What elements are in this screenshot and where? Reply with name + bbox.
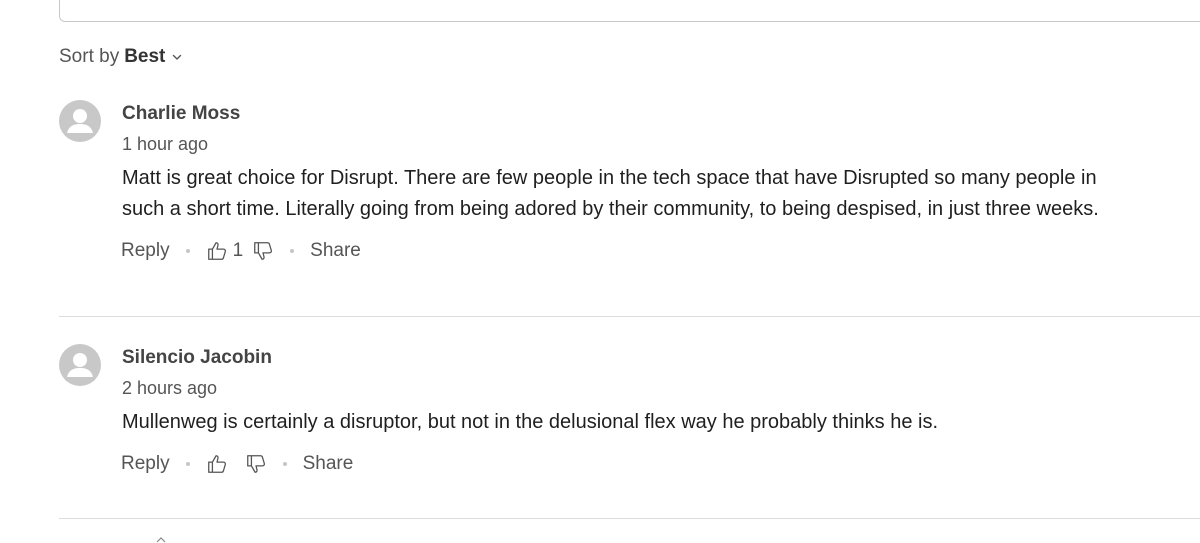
separator-dot bbox=[290, 249, 295, 253]
comment-divider bbox=[59, 316, 1200, 317]
comments-section: Sort by Best Charlie Moss 1 hour ago Mat… bbox=[0, 0, 1200, 543]
avatar-icon[interactable] bbox=[59, 100, 101, 142]
thumbs-down-icon[interactable] bbox=[245, 453, 267, 475]
sort-value-label: Best bbox=[124, 46, 166, 67]
comment-divider bbox=[59, 518, 1200, 519]
comment-body: Charlie Moss 1 hour ago Matt is great ch… bbox=[121, 100, 1102, 266]
comment-compose-box[interactable] bbox=[59, 0, 1200, 22]
share-button[interactable]: Share bbox=[303, 453, 354, 475]
comment-timestamp[interactable]: 1 hour ago bbox=[122, 130, 1102, 158]
partial-icon bbox=[156, 537, 166, 543]
comment-author[interactable]: Silencio Jacobin bbox=[122, 344, 1102, 372]
comment-timestamp[interactable]: 2 hours ago bbox=[122, 374, 1102, 402]
comment-actions: Reply Share bbox=[121, 449, 1102, 479]
comment-text: Mullenweg is certainly a disruptor, but … bbox=[122, 411, 939, 433]
chevron-down-icon bbox=[173, 54, 182, 60]
comment-author[interactable]: Charlie Moss bbox=[122, 100, 1102, 128]
thumbs-up-icon[interactable] bbox=[206, 240, 228, 262]
separator-dot bbox=[185, 249, 190, 253]
comment-body: Silencio Jacobin 2 hours ago Mullenweg i… bbox=[121, 344, 1102, 479]
reply-button[interactable]: Reply bbox=[121, 453, 170, 475]
sort-prefix-label: Sort by bbox=[59, 46, 120, 67]
separator-dot bbox=[282, 462, 287, 466]
avatar-icon[interactable] bbox=[59, 344, 101, 386]
upvote-count: 1 bbox=[232, 240, 244, 261]
sort-dropdown[interactable]: Sort by Best bbox=[59, 46, 183, 68]
thumbs-down-icon[interactable] bbox=[252, 240, 274, 262]
separator-dot bbox=[185, 462, 190, 466]
thumbs-up-icon[interactable] bbox=[206, 453, 228, 475]
comment-text: Matt is great choice for Disrupt. There … bbox=[122, 167, 1099, 220]
share-button[interactable]: Share bbox=[310, 240, 361, 262]
comment-actions: Reply 1 Share bbox=[121, 236, 1102, 266]
reply-button[interactable]: Reply bbox=[121, 240, 170, 262]
